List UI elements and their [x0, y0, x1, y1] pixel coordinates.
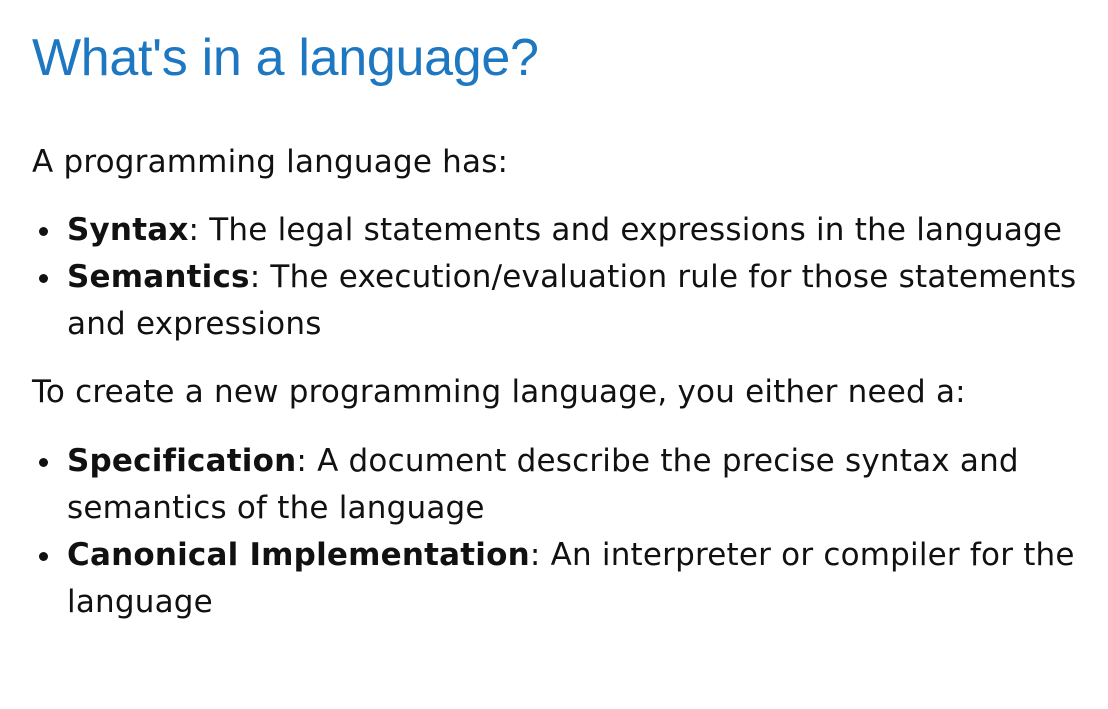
- requirements-list: Specification: A document describe the p…: [32, 438, 1102, 626]
- term-specification: Specification: [67, 443, 297, 479]
- separator: :: [249, 259, 261, 295]
- intro-paragraph-2: To create a new programming language, yo…: [32, 374, 966, 410]
- term-canonical-implementation: Canonical Implementation: [67, 537, 530, 573]
- separator: :: [188, 212, 200, 248]
- list-item-canonical-implementation: Canonical Implementation: An interpreter…: [32, 532, 1102, 626]
- term-syntax: Syntax: [67, 212, 189, 248]
- slide: What's in a language? A programming lang…: [32, 0, 1102, 626]
- bullet-icon: [39, 458, 48, 467]
- list-item-semantics: Semantics: The execution/evaluation rule…: [32, 254, 1102, 348]
- desc-syntax: The legal statements and expressions in …: [199, 212, 1063, 248]
- page-title: What's in a language?: [32, 29, 539, 87]
- bullet-icon: [39, 227, 48, 236]
- separator: :: [529, 537, 541, 573]
- language-components-list: Syntax: The legal statements and express…: [32, 207, 1102, 348]
- list-item-specification: Specification: A document describe the p…: [32, 438, 1102, 532]
- intro-paragraph-1: A programming language has:: [32, 144, 509, 180]
- term-semantics: Semantics: [67, 259, 250, 295]
- bullet-icon: [39, 274, 48, 283]
- bullet-icon: [39, 552, 48, 561]
- separator: :: [296, 443, 308, 479]
- list-item-syntax: Syntax: The legal statements and express…: [32, 207, 1102, 254]
